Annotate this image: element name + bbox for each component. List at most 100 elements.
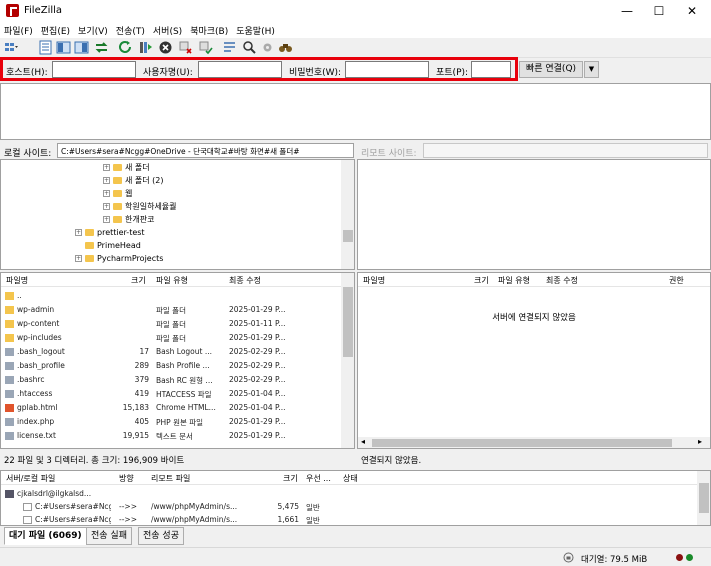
tree-item[interactable]: + 웹 [103, 188, 132, 199]
tree-item[interactable]: PrimeHead [85, 241, 141, 250]
menu-server[interactable]: 서버(S) [149, 22, 186, 39]
remote-hscrollbar[interactable]: ◂ ▸ [358, 437, 710, 448]
tab-successful-transfers[interactable]: 전송 성공 [138, 527, 184, 545]
expand-icon[interactable]: + [75, 255, 82, 262]
col-size[interactable]: 크기 [131, 275, 146, 286]
search-icon[interactable] [242, 40, 257, 55]
scroll-thumb[interactable] [699, 483, 709, 513]
col-permissions[interactable]: 권한 [669, 275, 684, 286]
directory-listing-filter-icon[interactable] [222, 40, 237, 55]
remote-file-list[interactable]: 파일명 크기 파일 유형 최종 수정 권한 서버에 연결되지 않았음 ◂ ▸ [357, 272, 711, 449]
tree-item[interactable]: + prettier-test [75, 228, 145, 237]
tab-queued-files[interactable]: 대기 파일 (6069) [4, 527, 87, 545]
reconnect-icon[interactable] [198, 40, 213, 55]
tree-item[interactable]: + PycharmProjects [75, 254, 163, 263]
disconnect-icon[interactable] [178, 40, 193, 55]
col-size[interactable]: 크기 [474, 275, 489, 286]
menu-edit[interactable]: 편집(E) [37, 22, 74, 39]
col-name[interactable]: 파일명 [6, 275, 28, 286]
file-row[interactable]: license.txt 19,915 텍스트 문서 2025-01-29 P... [1, 429, 341, 443]
local-list-scrollbar[interactable] [341, 273, 354, 448]
col-direction[interactable]: 방향 [119, 473, 134, 484]
remote-path-input[interactable] [423, 143, 708, 158]
expand-icon[interactable]: + [103, 164, 110, 171]
menu-bookmarks[interactable]: 북마크(B) [186, 22, 232, 39]
local-file-list[interactable]: 파일명 크기 파일 유형 최종 수정 .. wp-admin 파일 폴더 2025-0… [0, 272, 355, 449]
queue-scrollbar[interactable] [697, 471, 710, 525]
file-row[interactable]: wp-admin 파일 폴더 2025-01-29 P... [1, 303, 341, 317]
queue-row[interactable]: C:#Users#sera#Ncgg#O... -->> /www/phpMyAdm… [1, 500, 697, 514]
file-row[interactable]: .bash_profile 289 Bash Profile ... 2025-02-… [1, 359, 341, 373]
tree-item[interactable]: + 새 폴더 [103, 162, 150, 173]
tree-item[interactable]: + 학원일하세율퀄 [103, 201, 177, 212]
expand-icon[interactable]: + [103, 190, 110, 197]
minimize-button[interactable]: — [610, 0, 644, 22]
process-queue-icon[interactable] [138, 40, 153, 55]
tree-item[interactable]: + 한개판코 [103, 214, 154, 225]
col-modified[interactable]: 최종 수정 [229, 275, 261, 286]
menu-file[interactable]: 파일(F) [0, 22, 37, 39]
col-type[interactable]: 파일 유형 [498, 275, 530, 286]
folder-icon [85, 229, 94, 236]
col-remote-file[interactable]: 리모트 파일 [151, 473, 190, 484]
toggle-local-tree-icon[interactable] [56, 40, 71, 55]
queue-row[interactable]: cjkalsdrl@ilgkalsd... [1, 487, 697, 501]
message-log[interactable] [0, 83, 711, 140]
col-name[interactable]: 파일명 [363, 275, 385, 286]
sync-browse-icon[interactable] [260, 40, 275, 55]
remote-tree[interactable] [357, 159, 711, 270]
quickconnect-dropdown-button[interactable]: ▼ [584, 61, 599, 78]
file-row[interactable]: .bashrc 379 Bash RC 원형 ... 2025-02-29 P... [1, 373, 341, 387]
file-row[interactable]: gplab.html 15,183 Chrome HTML... 2025-01-04… [1, 401, 341, 415]
scroll-thumb[interactable] [343, 287, 353, 357]
file-row[interactable]: .. [1, 289, 341, 303]
binoculars-icon[interactable] [278, 40, 293, 55]
col-modified[interactable]: 최종 수정 [546, 275, 578, 286]
file-row[interactable]: .bash_logout 17 Bash Logout ... 2025-02-29 … [1, 345, 341, 359]
col-priority[interactable]: 우선 ... [306, 473, 331, 484]
local-tree-scrollbar[interactable] [341, 160, 354, 269]
file-row[interactable]: .htaccess 419 HTACCESS 파일 2025-01-04 P... [1, 387, 341, 401]
site-manager-icon[interactable] [4, 40, 19, 55]
scroll-right-icon[interactable]: ▸ [698, 437, 702, 446]
menu-help[interactable]: 도움말(H) [232, 22, 279, 39]
toggle-log-icon[interactable] [38, 40, 53, 55]
menu-view[interactable]: 보기(V) [74, 22, 112, 39]
transfer-queue[interactable]: 서버/로컬 파일 방향 리모트 파일 크기 우선 ... 상태 cjkalsdr… [0, 470, 711, 526]
tree-item[interactable]: + 새 폴더 (2) [103, 175, 164, 186]
local-path-input[interactable]: C:#Users#sera#Ncgg#OneDrive - 단국대학교#바탕 화… [57, 143, 354, 158]
col-status[interactable]: 상태 [343, 473, 358, 484]
col-size[interactable]: 크기 [283, 473, 298, 484]
maximize-button[interactable]: ☐ [642, 0, 676, 22]
expand-icon[interactable]: + [75, 229, 82, 236]
expand-icon[interactable]: + [103, 216, 110, 223]
file-row[interactable]: wp-content 파일 폴더 2025-01-11 P... [1, 317, 341, 331]
refresh-icon[interactable] [118, 40, 133, 55]
col-type[interactable]: 파일 유형 [156, 275, 188, 286]
tab-failed-transfers[interactable]: 전송 실패 [86, 527, 132, 545]
expand-icon[interactable]: + [103, 203, 110, 210]
file-name: wp-admin [17, 305, 55, 314]
toggle-remote-tree-icon[interactable] [74, 40, 89, 55]
file-name: wp-includes [17, 333, 62, 342]
file-type: HTACCESS 파일 [156, 390, 212, 399]
scroll-thumb[interactable] [372, 439, 672, 447]
close-button[interactable]: ✕ [675, 0, 709, 22]
scroll-left-icon[interactable]: ◂ [361, 437, 365, 446]
file-size: 17 [139, 347, 149, 356]
scroll-thumb[interactable] [343, 230, 353, 242]
quickconnect-button[interactable]: 빠른 연결(Q) [519, 61, 583, 78]
menu-transfer[interactable]: 전송(T) [112, 22, 149, 39]
col-local-file[interactable]: 서버/로컬 파일 [6, 473, 55, 484]
cancel-icon[interactable] [158, 40, 173, 55]
file-row[interactable]: wp-includes 파일 폴더 2025-01-29 P... [1, 331, 341, 345]
queue-row[interactable]: C:#Users#sera#Ncgg#O... -->> /www/phpMyAdm… [1, 513, 697, 525]
local-tree[interactable]: + 새 폴더 + 새 폴더 (2) + 웹 + 학원일하세율퀄 + 한개판코 + prett… [0, 159, 355, 270]
toggle-queue-icon[interactable] [94, 40, 109, 55]
remote-list-header: 파일명 크기 파일 유형 최종 수정 권한 [358, 273, 710, 287]
local-list-header: 파일명 크기 파일 유형 최종 수정 [1, 273, 341, 287]
file-row[interactable]: index.php 405 PHP 원본 파일 2025-01-29 P... [1, 415, 341, 429]
file-modified: 2025-01-11 P... [229, 319, 286, 328]
file-name: .. [17, 291, 22, 300]
expand-icon[interactable]: + [103, 177, 110, 184]
